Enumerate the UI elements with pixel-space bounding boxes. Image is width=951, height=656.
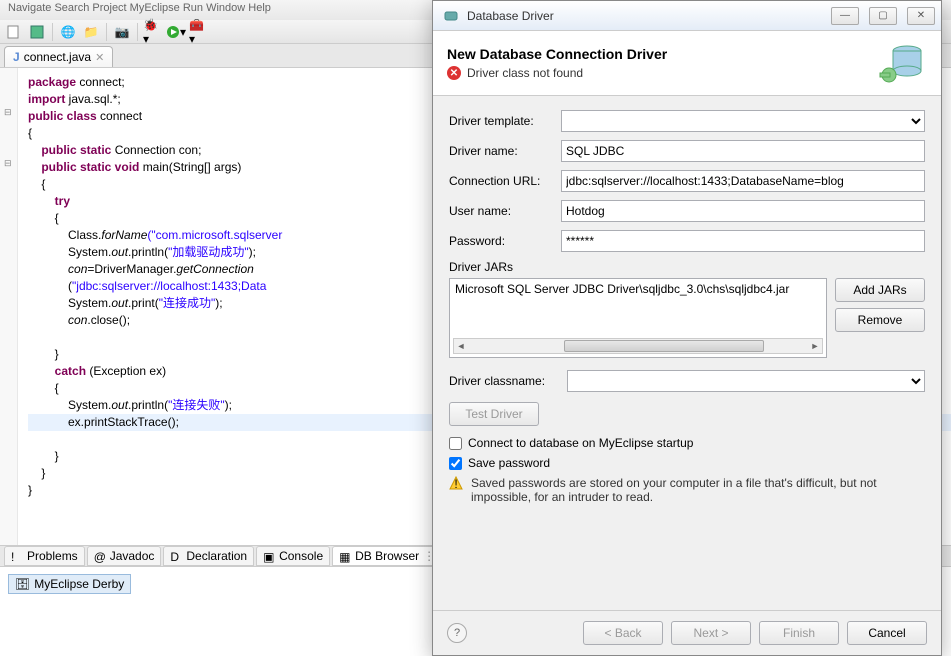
remove-button[interactable]: Remove — [835, 308, 925, 332]
database-driver-dialog: Database Driver — ▢ ✕ New Database Conne… — [432, 0, 942, 656]
tab-label: DB Browser — [355, 549, 419, 563]
classname-select[interactable] — [567, 370, 925, 392]
connect-startup-label: Connect to database on MyEclipse startup — [468, 436, 693, 450]
dialog-error: ✕ Driver class not found — [447, 66, 867, 80]
connect-startup-row[interactable]: Connect to database on MyEclipse startup — [449, 436, 925, 450]
jar-list[interactable]: Microsoft SQL Server JDBC Driver\sqljdbc… — [449, 278, 827, 358]
dialog-header: New Database Connection Driver ✕ Driver … — [433, 31, 941, 96]
cancel-button[interactable]: Cancel — [847, 621, 927, 645]
tab-label: connect.java — [24, 50, 91, 64]
db-item-label: MyEclipse Derby — [34, 577, 124, 591]
close-icon[interactable]: ✕ — [95, 51, 104, 64]
tab-console[interactable]: ▣ Console — [256, 546, 330, 566]
save-icon[interactable] — [27, 22, 47, 42]
maximize-button[interactable]: ▢ — [869, 7, 897, 25]
connect-startup-checkbox[interactable] — [449, 437, 462, 450]
tab-label: Javadoc — [110, 549, 155, 563]
template-select[interactable] — [561, 110, 925, 132]
close-button[interactable]: ✕ — [907, 7, 935, 25]
help-button[interactable]: ? — [447, 623, 467, 643]
dialog-heading: New Database Connection Driver — [447, 46, 867, 62]
user-label: User name: — [449, 204, 553, 218]
warning-text: Saved passwords are stored on your compu… — [471, 476, 925, 504]
save-password-checkbox[interactable] — [449, 457, 462, 470]
connection-url-input[interactable] — [561, 170, 925, 192]
password-warning: ! Saved passwords are stored on your com… — [449, 476, 925, 504]
external-icon[interactable]: 🧰▾ — [189, 22, 209, 42]
tab-db-browser[interactable]: ▦DB Browser ⋮ — [332, 546, 442, 566]
tab-connect-java[interactable]: J connect.java ✕ — [4, 46, 113, 67]
debug-icon[interactable]: 🐞▾ — [143, 22, 163, 42]
classname-label: Driver classname: — [449, 374, 559, 388]
folder-icon[interactable]: 📁 — [81, 22, 101, 42]
tab-problems[interactable]: ! Problems — [4, 546, 85, 566]
tab-icon: @ — [94, 550, 106, 562]
dialog-icon — [443, 6, 459, 25]
fold-icon[interactable]: ⊟ — [4, 104, 12, 121]
svg-text:!: ! — [454, 477, 457, 490]
scroll-left-icon[interactable]: ◄ — [454, 341, 468, 351]
tab-icon: D — [170, 550, 182, 562]
run-icon[interactable]: ▾ — [166, 22, 186, 42]
template-label: Driver template: — [449, 114, 553, 128]
tab-label: Declaration — [186, 549, 247, 563]
database-icon: 🗄 — [15, 577, 30, 591]
jar-list-item[interactable]: Microsoft SQL Server JDBC Driver\sqljdbc… — [455, 282, 821, 296]
db-item-derby[interactable]: 🗄 MyEclipse Derby — [8, 574, 131, 594]
next-button: Next > — [671, 621, 751, 645]
jars-group-label: Driver JARs — [449, 260, 925, 274]
username-input[interactable] — [561, 200, 925, 222]
dialog-body: Driver template: Driver name: Connection… — [433, 96, 941, 610]
test-driver-button: Test Driver — [449, 402, 539, 426]
dialog-title: Database Driver — [467, 9, 821, 23]
scroll-right-icon[interactable]: ► — [808, 341, 822, 351]
java-file-icon: J — [13, 50, 20, 64]
camera-icon[interactable]: 📷 — [112, 22, 132, 42]
warning-icon: ! — [449, 476, 463, 490]
tab-icon: ▦ — [339, 550, 351, 562]
save-password-row[interactable]: Save password — [449, 456, 925, 470]
tab-icon: ▣ — [263, 550, 275, 562]
error-icon: ✕ — [447, 66, 461, 80]
back-button: < Back — [583, 621, 663, 645]
database-header-icon — [877, 41, 927, 85]
tab-label: Problems — [27, 549, 78, 563]
url-label: Connection URL: — [449, 174, 553, 188]
minimize-button[interactable]: — — [831, 7, 859, 25]
dialog-titlebar[interactable]: Database Driver — ▢ ✕ — [433, 1, 941, 31]
driver-name-input[interactable] — [561, 140, 925, 162]
save-password-label: Save password — [468, 456, 550, 470]
password-input[interactable] — [561, 230, 925, 252]
name-label: Driver name: — [449, 144, 553, 158]
new-icon[interactable] — [4, 22, 24, 42]
tab-label: Console — [279, 549, 323, 563]
dialog-footer: ? < Back Next > Finish Cancel — [433, 610, 941, 655]
fold-icon[interactable]: ⊟ — [4, 155, 12, 172]
tab-icon: ! — [11, 550, 23, 562]
globe-icon[interactable]: 🌐 — [58, 22, 78, 42]
finish-button: Finish — [759, 621, 839, 645]
editor-gutter: ⊟ ⊟ — [0, 68, 18, 548]
tab-javadoc[interactable]: @ Javadoc — [87, 546, 162, 566]
scrollbar[interactable]: ◄ ||| ► — [453, 338, 823, 354]
error-text: Driver class not found — [467, 66, 583, 80]
password-label: Password: — [449, 234, 553, 248]
tab-declaration[interactable]: D Declaration — [163, 546, 254, 566]
add-jars-button[interactable]: Add JARs — [835, 278, 925, 302]
scroll-thumb[interactable] — [564, 340, 764, 352]
